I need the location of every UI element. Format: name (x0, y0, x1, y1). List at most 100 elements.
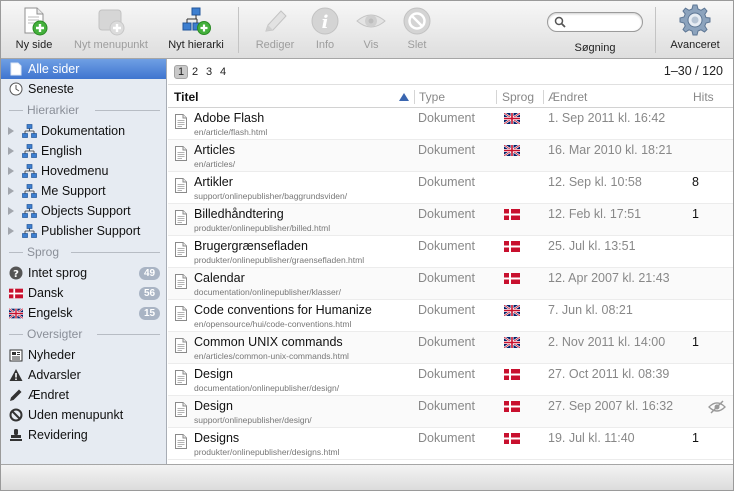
hierarchy-icon (22, 164, 37, 178)
sidebar-item-hierarchy[interactable]: English (1, 141, 166, 161)
document-icon (175, 434, 187, 449)
sidebar-item-hierarchy[interactable]: Me Support (1, 181, 166, 201)
disclosure-triangle-icon[interactable] (8, 187, 14, 195)
column-header-language[interactable]: Sprog (502, 90, 534, 104)
changed-date: 27. Oct 2011 kl. 08:39 (548, 367, 670, 381)
hierarchy-icon (22, 204, 37, 218)
disclosure-triangle-icon[interactable] (8, 167, 14, 175)
danish-flag-icon (504, 273, 520, 284)
page-path: produkter/onlinepublisher/graensefladen.… (194, 255, 365, 265)
page-type: Dokument (418, 303, 475, 317)
page-link[interactable]: 2 (188, 65, 202, 79)
table-row[interactable]: Artikler support/onlinepublisher/baggrund… (168, 172, 733, 204)
hierarchy-icon (22, 144, 37, 158)
edit-button[interactable]: Rediger (251, 6, 299, 51)
sidebar-item-danish[interactable]: Dansk 56 (1, 283, 166, 303)
new-hierarchy-button[interactable]: Nyt hierarki (163, 6, 229, 51)
page-path: produkter/onlinepublisher/designs.html (194, 447, 340, 457)
table-row[interactable]: Calendar documentation/onlinepublisher/kl… (168, 268, 733, 300)
page-title: Design (194, 399, 233, 413)
sidebar-item-warnings[interactable]: Advarsler (1, 365, 166, 385)
column-header-changed[interactable]: Ændret (548, 90, 587, 104)
page-type: Dokument (418, 207, 475, 221)
column-separator (543, 90, 544, 104)
info-button[interactable]: i Info (307, 6, 343, 51)
page-path: produkter/onlinepublisher/billed.html (194, 223, 331, 233)
table-row[interactable]: Articles en/articles/Dokument 16. Mar 2010… (168, 140, 733, 172)
status-bar (1, 464, 733, 490)
table-row[interactable]: Billedhåndtering produkter/onlinepublishe… (168, 204, 733, 236)
page-link[interactable]: 1 (174, 65, 188, 79)
sidebar-item-hierarchy[interactable]: Objects Support (1, 201, 166, 221)
table-row[interactable]: Designs produkter/onlinepublisher/designs… (168, 428, 733, 460)
document-icon (175, 146, 187, 161)
danish-flag-icon (504, 209, 520, 220)
table-row[interactable]: Design documentation/onlinepublisher/desi… (168, 364, 733, 396)
hierarchy-icon (22, 124, 37, 138)
advanced-button[interactable]: Avanceret (665, 4, 725, 51)
disclosure-triangle-icon[interactable] (8, 127, 14, 135)
page-title: Adobe Flash (194, 111, 265, 125)
uk-flag-icon (503, 112, 521, 125)
hit-count: 8 (692, 175, 699, 189)
page-link[interactable]: 4 (216, 65, 230, 79)
sort-ascending-icon (399, 93, 409, 101)
table-row[interactable]: Adobe Flash en/article/flash.html Dokument… (168, 108, 733, 140)
column-header-type[interactable]: Type (419, 90, 445, 104)
page-title: Designs (194, 431, 240, 445)
search-field[interactable] (547, 12, 643, 32)
disclosure-triangle-icon[interactable] (8, 207, 14, 215)
page-path: en/article/flash.html (194, 127, 268, 137)
toolbar-separator (655, 7, 656, 53)
page-type: Dokument (418, 367, 475, 381)
table-row[interactable]: Code conventions for Humanize en/opensour… (168, 300, 733, 332)
page-path: documentation/onlinepublisher/klasser/ (194, 287, 341, 297)
pencil-icon (260, 6, 290, 36)
window: Ny side Nyt menupunkt Nyt hierarki Redig… (0, 0, 734, 491)
column-header-hits[interactable]: Hits (693, 90, 714, 104)
sidebar-item-hierarchy[interactable]: Dokumentation (1, 121, 166, 141)
hierarchy-icon (22, 224, 37, 238)
count-badge: 56 (139, 287, 160, 300)
sidebar-item-hierarchy[interactable]: Hovedmenu (1, 161, 166, 181)
sidebar-item-recent[interactable]: Seneste (1, 79, 166, 99)
sidebar-item-review[interactable]: Revidering (1, 425, 166, 445)
sidebar-item-news[interactable]: Nyheder (1, 345, 166, 365)
page-type: Dokument (418, 175, 475, 189)
document-icon (175, 306, 187, 321)
new-page-button[interactable]: Ny side (9, 6, 59, 51)
gear-icon (679, 4, 711, 36)
hidden-eye-icon (708, 400, 726, 414)
column-header-title[interactable]: Titel (174, 90, 198, 104)
disclosure-triangle-icon[interactable] (8, 227, 14, 235)
changed-date: 19. Jul kl. 11:40 (548, 431, 635, 445)
uk-flag-icon (503, 304, 521, 317)
svg-text:?: ? (13, 269, 19, 280)
view-button[interactable]: Vis (353, 6, 389, 51)
page-title: Code conventions for Humanize (194, 303, 372, 317)
search-input[interactable] (566, 14, 636, 30)
sidebar-item-all-pages[interactable]: Alle sider (1, 59, 166, 79)
toolbar-separator (238, 7, 239, 53)
new-page-icon (19, 6, 49, 36)
table-row[interactable]: Brugergrænsefladen produkter/onlinepublis… (168, 236, 733, 268)
page-path: en/articles/common-unix-commands.html (194, 351, 349, 361)
sidebar-item-hierarchy[interactable]: Publisher Support (1, 221, 166, 241)
danish-flag-icon (504, 433, 520, 444)
page-path: documentation/onlinepublisher/design/ (194, 383, 340, 393)
new-menu-item-button[interactable]: Nyt menupunkt (65, 6, 157, 51)
delete-button[interactable]: Slet (399, 6, 435, 51)
sidebar-item-changed[interactable]: Ændret (1, 385, 166, 405)
disclosure-triangle-icon[interactable] (8, 147, 14, 155)
hit-count: 1 (692, 335, 699, 349)
page-link[interactable]: 3 (202, 65, 216, 79)
page-type: Dokument (418, 239, 475, 253)
sidebar-item-no-language[interactable]: ? Intet sprog 49 (1, 263, 166, 283)
sidebar-item-no-menu-item[interactable]: Uden menupunkt (1, 405, 166, 425)
table-row[interactable]: Common UNIX commands en/articles/common-u… (168, 332, 733, 364)
stamp-icon (10, 429, 22, 441)
uk-flag-icon (9, 308, 23, 319)
svg-text:i: i (322, 12, 329, 33)
table-row[interactable]: Design support/onlinepublisher/design/Dok… (168, 396, 733, 428)
sidebar-item-english[interactable]: Engelsk 15 (1, 303, 166, 323)
